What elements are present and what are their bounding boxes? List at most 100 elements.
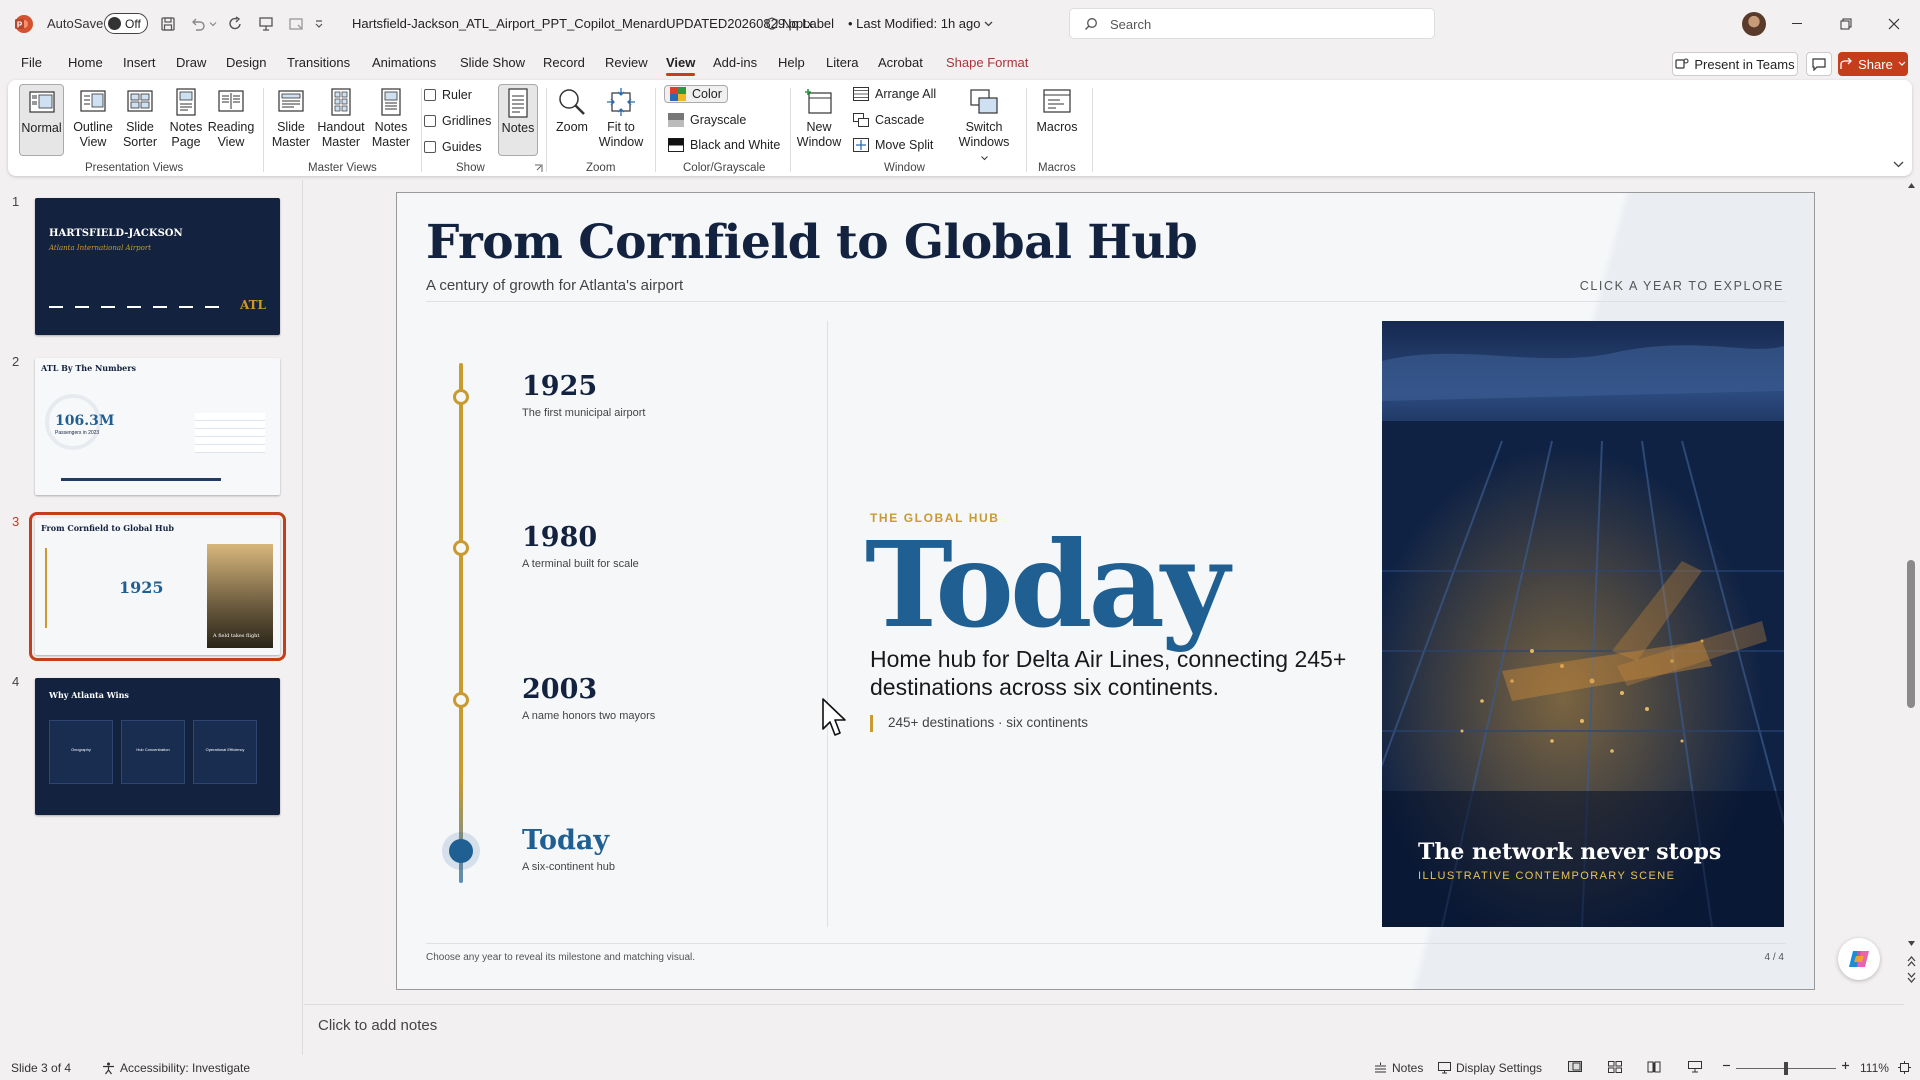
- timeline-year[interactable]: 1980: [522, 522, 597, 553]
- timeline-year[interactable]: 1925: [522, 371, 597, 402]
- notes-master-button[interactable]: Notes Master: [368, 86, 414, 150]
- slide-title[interactable]: From Cornfield to Global Hub: [426, 215, 1198, 270]
- tab-insert[interactable]: Insert: [123, 55, 156, 70]
- grayscale-button[interactable]: Grayscale: [668, 113, 746, 127]
- detail-meta[interactable]: 245+ destinations · six continents: [870, 715, 1088, 732]
- tab-animations[interactable]: Animations: [372, 55, 436, 70]
- cascade-button[interactable]: Cascade: [853, 113, 924, 127]
- tab-acrobat[interactable]: Acrobat: [878, 55, 923, 70]
- color-button[interactable]: Color: [664, 85, 728, 103]
- restore-icon[interactable]: [1836, 14, 1856, 34]
- sensitivity-label[interactable]: No Label: [766, 16, 834, 31]
- tab-review[interactable]: Review: [605, 55, 648, 70]
- tab-shape-format[interactable]: Shape Format: [946, 55, 1028, 70]
- slide-subtitle[interactable]: A century of growth for Atlanta's airpor…: [426, 277, 683, 294]
- tab-record[interactable]: Record: [543, 55, 585, 70]
- guides-checkbox[interactable]: Guides: [424, 140, 482, 154]
- black-and-white-button[interactable]: Black and White: [668, 138, 780, 152]
- tab-design[interactable]: Design: [226, 55, 266, 70]
- minimize-icon[interactable]: [1788, 14, 1808, 34]
- user-avatar[interactable]: [1742, 12, 1766, 36]
- copilot-button[interactable]: [1838, 938, 1880, 980]
- detail-body[interactable]: Home hub for Delta Air Lines, connecting…: [870, 645, 1350, 701]
- outline-view-button[interactable]: Outline View: [70, 86, 116, 150]
- slide-icon[interactable]: [284, 12, 308, 36]
- slide-cta[interactable]: CLICK A YEAR TO EXPLORE: [1580, 279, 1784, 293]
- slide-canvas[interactable]: From Cornfield to Global Hub A century o…: [396, 192, 1815, 990]
- present-in-teams-button[interactable]: Present in Teams: [1672, 52, 1798, 76]
- previous-slide-icon[interactable]: [1907, 956, 1916, 967]
- tab-file[interactable]: File: [21, 55, 42, 70]
- undo-dropdown-icon[interactable]: [206, 12, 220, 36]
- tab-transitions[interactable]: Transitions: [287, 55, 350, 70]
- arrange-all-button[interactable]: Arrange All: [853, 87, 936, 101]
- scroll-up-icon[interactable]: [1907, 182, 1916, 189]
- tab-slide-show[interactable]: Slide Show: [460, 55, 525, 70]
- scroll-down-icon[interactable]: [1907, 940, 1916, 947]
- present-icon[interactable]: [254, 12, 278, 36]
- zoom-level[interactable]: 111%: [1860, 1061, 1889, 1075]
- reading-view-button[interactable]: Reading View: [206, 86, 256, 150]
- slide-thumbnail-4[interactable]: Why Atlanta Wins Geography Hub Concentra…: [35, 678, 280, 815]
- slide-page-number[interactable]: 4 / 4: [1765, 952, 1784, 963]
- show-dialog-launcher-icon[interactable]: [534, 164, 543, 173]
- detail-headline[interactable]: Today: [865, 515, 1230, 654]
- slide-counter[interactable]: Slide 3 of 4: [11, 1061, 71, 1075]
- timeline-node-1980[interactable]: [453, 540, 469, 556]
- scrollbar-thumb[interactable]: [1907, 560, 1915, 708]
- photo-caption[interactable]: The network never stops: [1418, 839, 1721, 865]
- switch-windows-button[interactable]: Switch Windows: [956, 86, 1012, 165]
- reading-view-status-icon[interactable]: [1647, 1061, 1661, 1073]
- zoom-slider-knob[interactable]: [1784, 1062, 1788, 1075]
- fit-slide-icon[interactable]: [1898, 1061, 1911, 1074]
- notes-toggle-button[interactable]: Notes: [498, 84, 538, 156]
- accessibility-status[interactable]: Accessibility: Investigate: [102, 1061, 250, 1075]
- slide-master-button[interactable]: Slide Master: [266, 86, 316, 150]
- notes-pane[interactable]: Click to add notes: [304, 1004, 1904, 1046]
- tab-view[interactable]: View: [666, 55, 696, 76]
- photo-subcaption[interactable]: ILLUSTRATIVE CONTEMPORARY SCENE: [1418, 870, 1675, 882]
- ruler-checkbox[interactable]: Ruler: [424, 88, 472, 102]
- zoom-out-icon[interactable]: [1722, 1061, 1731, 1070]
- slide-sorter-status-icon[interactable]: [1608, 1061, 1622, 1073]
- save-icon[interactable]: [156, 12, 180, 36]
- timeline-year[interactable]: 2003: [522, 674, 597, 705]
- slide-thumbnail-1[interactable]: HARTSFIELD-JACKSON Atlanta International…: [35, 198, 280, 335]
- collapse-ribbon-icon[interactable]: [1893, 160, 1904, 168]
- gridlines-checkbox[interactable]: Gridlines: [424, 114, 491, 128]
- next-slide-icon[interactable]: [1907, 972, 1916, 983]
- tab-add-ins[interactable]: Add-ins: [713, 55, 757, 70]
- pane-divider[interactable]: [302, 180, 303, 1055]
- notes-page-button[interactable]: Notes Page: [163, 86, 209, 150]
- notes-status-button[interactable]: Notes: [1374, 1061, 1423, 1075]
- tab-litera[interactable]: Litera: [826, 55, 859, 70]
- slide-thumbnail-2[interactable]: ATL By The Numbers 106.3M Passengers in …: [35, 358, 280, 495]
- tab-help[interactable]: Help: [778, 55, 805, 70]
- handout-master-button[interactable]: Handout Master: [313, 86, 369, 150]
- slide-sorter-button[interactable]: Slide Sorter: [117, 86, 163, 150]
- normal-view-status-icon[interactable]: [1568, 1061, 1582, 1072]
- zoom-button[interactable]: Zoom: [550, 86, 594, 135]
- slide-thumbnail-3[interactable]: From Cornfield to Global Hub 1925 A fiel…: [29, 512, 286, 661]
- tab-draw[interactable]: Draw: [176, 55, 206, 70]
- airport-photo[interactable]: The network never stops ILLUSTRATIVE CON…: [1382, 321, 1784, 927]
- redo-icon[interactable]: [224, 12, 248, 36]
- normal-view-button[interactable]: Normal: [19, 84, 64, 156]
- display-settings-button[interactable]: Display Settings: [1438, 1061, 1542, 1075]
- timeline-node-2003[interactable]: [453, 692, 469, 708]
- slide-show-status-icon[interactable]: [1688, 1061, 1702, 1073]
- close-icon[interactable]: [1884, 14, 1904, 34]
- last-modified[interactable]: • Last Modified: 1h ago: [848, 16, 993, 31]
- timeline-year[interactable]: Today: [522, 825, 609, 856]
- macros-button[interactable]: Macros: [1032, 86, 1082, 135]
- timeline-node-1925[interactable]: [453, 389, 469, 405]
- notes-placeholder[interactable]: Click to add notes: [318, 1017, 437, 1034]
- autosave-toggle[interactable]: Off: [104, 13, 148, 34]
- comments-button[interactable]: [1806, 52, 1832, 76]
- search-box[interactable]: Search: [1069, 8, 1435, 39]
- move-split-button[interactable]: Move Split: [853, 138, 933, 152]
- customize-toolbar-icon[interactable]: [312, 12, 326, 36]
- new-window-button[interactable]: New Window: [796, 86, 842, 150]
- slide-footer-text[interactable]: Choose any year to reveal its milestone …: [426, 952, 695, 963]
- document-filename[interactable]: Hartsfield-Jackson_ATL_Airport_PPT_Copil…: [352, 16, 813, 31]
